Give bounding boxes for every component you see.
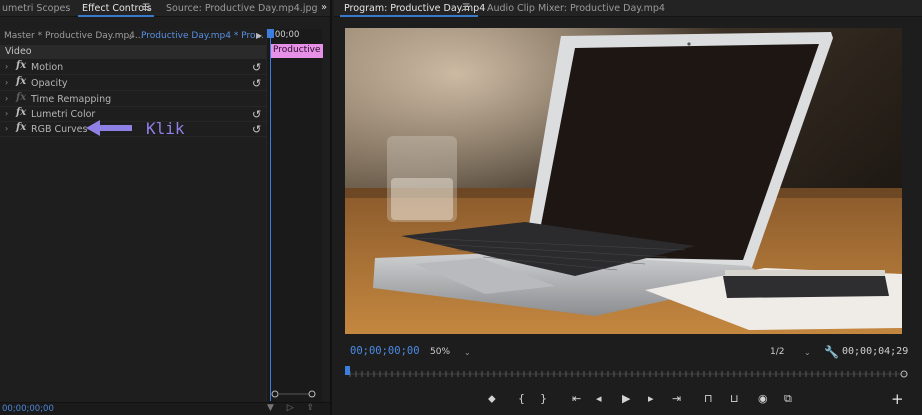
panel-menu-icon[interactable]: ☰ bbox=[462, 3, 470, 13]
video-section-label: Video bbox=[5, 46, 32, 57]
expand-arrow-icon[interactable]: › bbox=[5, 109, 8, 118]
transport-controls: ⬥ { } ⇤ ◂ ▶ ▸ ⇥ ⊓ ⊔ ◉ ⧉ + bbox=[334, 390, 922, 408]
compare-icon[interactable]: ⧉ bbox=[784, 392, 792, 406]
effect-row-time-remapping[interactable]: › fx Time Remapping bbox=[0, 92, 266, 107]
fx-icon[interactable]: fx bbox=[16, 60, 26, 71]
zoom-select[interactable]: 50% bbox=[430, 347, 450, 357]
panel-menu-icon[interactable]: ☰ bbox=[142, 3, 150, 13]
video-frame-image bbox=[345, 28, 902, 334]
effect-row-opacity[interactable]: › fx Opacity ↺ bbox=[0, 76, 266, 91]
effect-row-rgb-curves[interactable]: › fx RGB Curves ↺ bbox=[0, 122, 266, 137]
reset-icon[interactable]: ↺ bbox=[252, 108, 261, 121]
reset-icon[interactable]: ↺ bbox=[252, 77, 261, 90]
master-clip-label[interactable]: Master * Productive Day.mp4... bbox=[4, 31, 144, 41]
play-triangle-icon[interactable]: ▶ bbox=[256, 31, 262, 40]
effect-row-motion[interactable]: › fx Motion ↺ bbox=[0, 60, 266, 75]
effect-name: Time Remapping bbox=[31, 94, 112, 105]
tab-source[interactable]: Source: Productive Day.mp4.jpg bbox=[166, 3, 318, 14]
chevron-down-icon[interactable]: ⌄ bbox=[464, 348, 471, 357]
step-back-icon[interactable]: ◂ bbox=[596, 392, 602, 405]
active-tab-indicator bbox=[340, 15, 478, 17]
tab-lumetri-scopes[interactable]: umetri Scopes bbox=[2, 3, 70, 14]
sequence-clip-label[interactable]: Productive Day.mp4 * Pro... bbox=[141, 31, 264, 41]
effect-name: Lumetri Color bbox=[31, 109, 96, 120]
program-controls-bar: 00;00;00;00 50% ⌄ 1/2 ⌄ 🔧 00;00;04;29 bbox=[334, 344, 922, 360]
effect-name: Motion bbox=[31, 62, 64, 73]
effect-name: Opacity bbox=[31, 78, 68, 89]
timeline-clip[interactable]: Productive D bbox=[271, 44, 323, 58]
effect-row-lumetri-color[interactable]: › fx Lumetri Color ↺ bbox=[0, 107, 266, 122]
effect-controls-footer: 00;00;00;00 ▼ ▷ ⇪ bbox=[0, 402, 330, 415]
resolution-select[interactable]: 1/2 bbox=[770, 347, 784, 357]
annotation-label: Klik bbox=[146, 119, 185, 138]
go-to-in-icon[interactable]: ⇤ bbox=[572, 392, 581, 405]
add-button-icon[interactable]: + bbox=[891, 390, 904, 408]
program-video-frame[interactable] bbox=[345, 28, 902, 334]
program-duration-timecode: 00;00;04;29 bbox=[842, 346, 909, 357]
effect-controls-timeline[interactable]: :00;00 Productive D bbox=[266, 29, 323, 402]
playhead-handle[interactable] bbox=[267, 29, 274, 38]
tab-audio-clip-mixer[interactable]: Audio Clip Mixer: Productive Day.mp4 bbox=[487, 3, 665, 14]
chevron-down-icon[interactable]: ⌄ bbox=[804, 348, 811, 357]
step-forward-icon[interactable]: ▸ bbox=[648, 392, 654, 405]
filter-icon[interactable]: ▼ ▷ ⇪ bbox=[267, 403, 319, 413]
annotation-arrow-icon bbox=[86, 120, 132, 136]
effect-controls-header: Master * Productive Day.mp4... ⌄ Product… bbox=[0, 29, 266, 44]
play-icon[interactable]: ▶ bbox=[622, 392, 630, 405]
program-playhead[interactable] bbox=[345, 366, 350, 375]
mark-in-icon[interactable]: { bbox=[518, 392, 525, 405]
effect-name: RGB Curves bbox=[31, 124, 88, 135]
reset-icon[interactable]: ↺ bbox=[252, 123, 261, 136]
fx-icon: fx bbox=[16, 92, 27, 103]
fx-icon[interactable]: fx bbox=[16, 76, 26, 87]
lift-icon[interactable]: ⊓ bbox=[704, 392, 713, 405]
playhead-line[interactable] bbox=[270, 29, 271, 401]
program-time-ruler[interactable] bbox=[346, 368, 908, 378]
effect-controls-timecode[interactable]: 00;00;00;00 bbox=[2, 404, 54, 414]
active-tab-indicator bbox=[78, 15, 154, 17]
video-section-header: Video bbox=[0, 45, 266, 59]
mark-out-icon[interactable]: } bbox=[540, 392, 547, 405]
timeline-timecode: :00;00 bbox=[272, 30, 300, 40]
program-monitor-panel: Program: Productive Day.mp4 ☰ Audio Clip… bbox=[334, 0, 922, 415]
go-to-out-icon[interactable]: ⇥ bbox=[672, 392, 681, 405]
expand-arrow-icon[interactable]: › bbox=[5, 94, 8, 103]
expand-arrow-icon[interactable]: › bbox=[5, 62, 8, 71]
timeline-zoom-scrollbar[interactable] bbox=[271, 390, 316, 398]
expand-arrow-icon[interactable]: › bbox=[5, 78, 8, 87]
fx-icon[interactable]: fx bbox=[16, 122, 26, 133]
effect-controls-panel: umetri Scopes Effect Controls ☰ Source: … bbox=[0, 0, 332, 415]
chevron-down-icon[interactable]: ⌄ bbox=[127, 32, 134, 41]
left-tabbar: umetri Scopes Effect Controls ☰ Source: … bbox=[0, 0, 330, 17]
reset-icon[interactable]: ↺ bbox=[252, 61, 261, 74]
extract-icon[interactable]: ⊔ bbox=[730, 392, 739, 405]
wrench-icon[interactable]: 🔧 bbox=[824, 345, 839, 359]
right-tabbar: Program: Productive Day.mp4 ☰ Audio Clip… bbox=[334, 0, 922, 17]
fx-icon[interactable]: fx bbox=[16, 107, 26, 118]
export-frame-icon[interactable]: ◉ bbox=[758, 392, 768, 405]
program-current-timecode[interactable]: 00;00;00;00 bbox=[350, 345, 420, 357]
marker-icon[interactable]: ⬥ bbox=[488, 392, 496, 406]
expand-arrow-icon[interactable]: › bbox=[5, 124, 8, 133]
panel-overflow-icon[interactable]: » bbox=[321, 2, 327, 13]
